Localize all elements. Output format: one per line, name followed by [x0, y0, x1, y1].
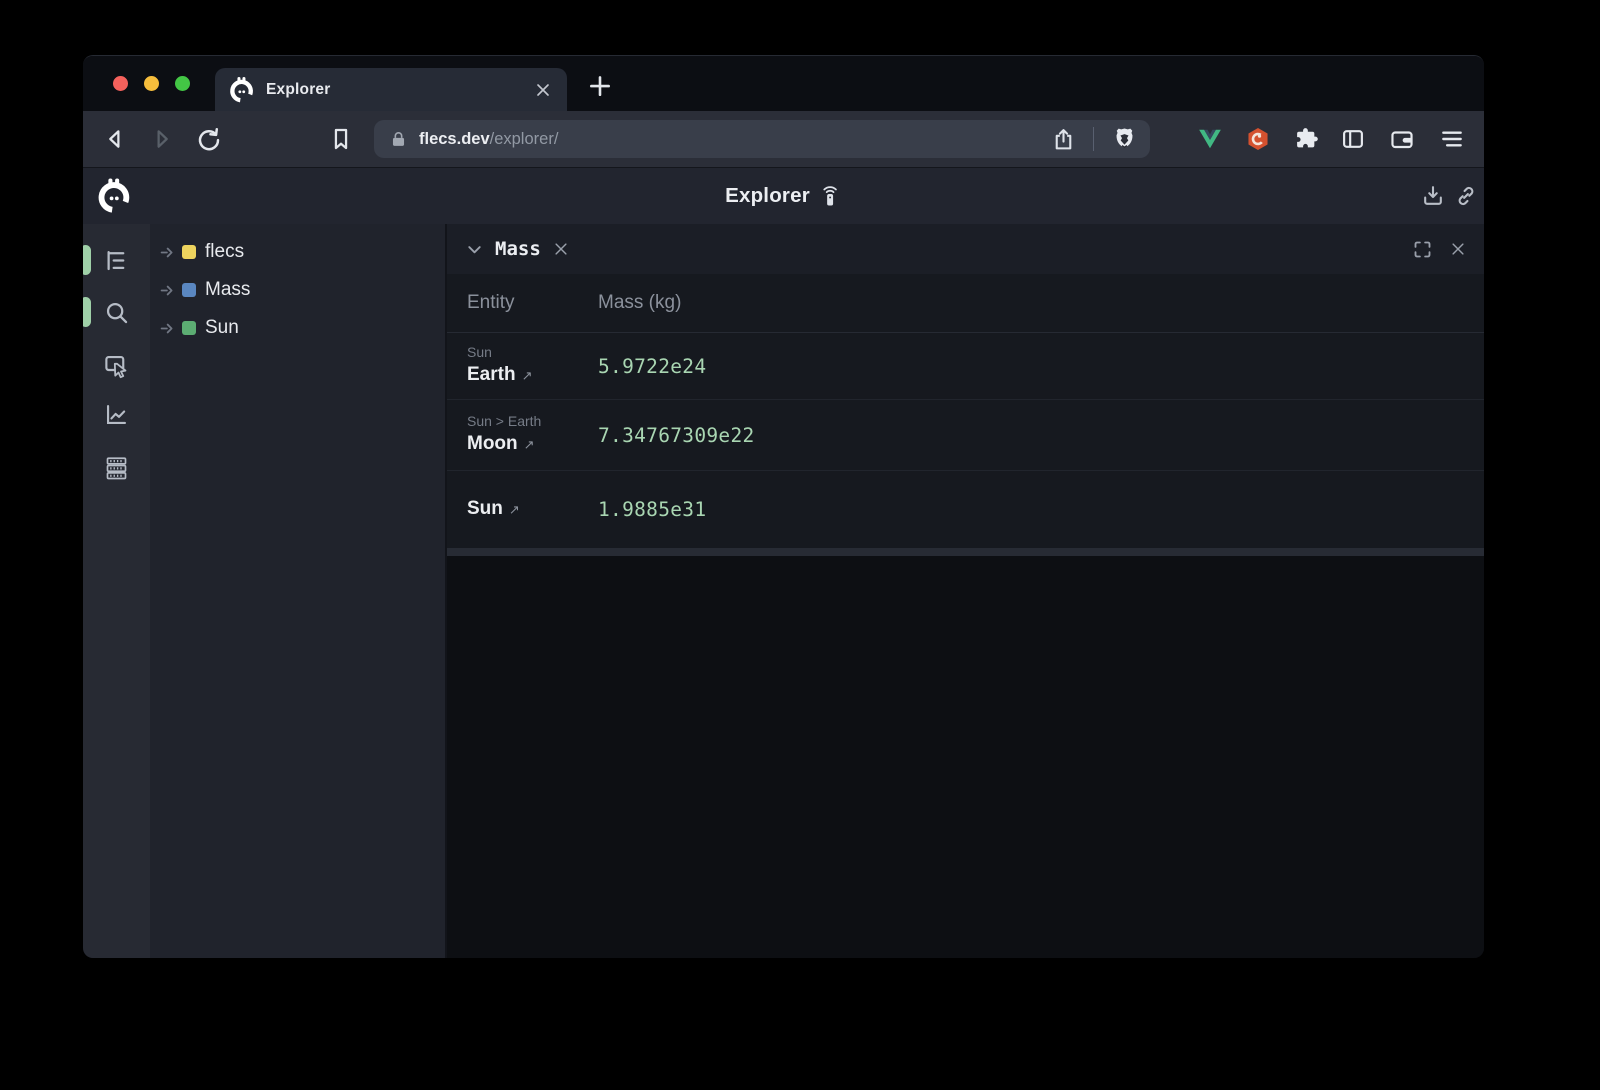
external-link-icon: ↗ [522, 368, 533, 383]
entity-parent-path: Sun [467, 344, 598, 361]
entity-name-link[interactable]: Moon↗ [467, 432, 598, 457]
expand-arrow-icon[interactable] [160, 244, 177, 261]
main-content: flecs Mass Sun [83, 224, 1484, 958]
active-indicator [83, 297, 91, 327]
new-tab-button[interactable] [587, 73, 613, 99]
search-icon[interactable] [103, 299, 130, 326]
share-icon[interactable] [1051, 127, 1076, 152]
table-row[interactable]: Sun↗ 1.9885e31 [447, 470, 1484, 548]
entity-color-swatch [182, 321, 196, 335]
table-bottom-divider [447, 548, 1484, 556]
column-header-entity: Entity [447, 292, 598, 314]
lock-icon [389, 130, 408, 149]
entity-tree-panel: flecs Mass Sun [150, 224, 445, 958]
fullscreen-icon[interactable] [1412, 239, 1433, 260]
divider [1093, 127, 1094, 151]
browser-tab-bar: Explorer [83, 56, 1484, 111]
url-path: /explorer/ [490, 130, 559, 148]
brave-shield-icon[interactable] [1111, 126, 1138, 153]
panel-close-icon[interactable] [1449, 240, 1467, 258]
external-link-icon: ↗ [524, 437, 535, 452]
query-panel-empty-area [447, 556, 1484, 958]
menu-icon[interactable] [1439, 126, 1465, 152]
page-title: Explorer [725, 184, 842, 208]
expand-arrow-icon[interactable] [160, 320, 177, 337]
tree-item-mass[interactable]: Mass [150, 271, 445, 309]
tree-item-label: Sun [205, 317, 239, 339]
tab-title: Explorer [266, 81, 533, 99]
window-controls [113, 56, 190, 111]
vue-devtools-extension-icon[interactable] [1197, 126, 1223, 152]
mass-value: 5.9722e24 [598, 355, 706, 378]
flecs-logo-icon [97, 179, 132, 214]
window-close-button[interactable] [113, 76, 128, 91]
hexagon-extension-icon[interactable] [1245, 126, 1271, 152]
tree-item-sun[interactable]: Sun [150, 309, 445, 347]
window-minimize-button[interactable] [144, 76, 159, 91]
table-row[interactable]: Sun Earth↗ 5.9722e24 [447, 333, 1484, 399]
table-header-row: Entity Mass (kg) [447, 274, 1484, 333]
address-bar[interactable]: flecs.dev/explorer/ [374, 120, 1150, 158]
url-domain: flecs.dev [419, 130, 490, 148]
reload-button[interactable] [196, 126, 223, 153]
browser-toolbar: flecs.dev/explorer/ [83, 111, 1484, 167]
wallet-icon[interactable] [1389, 126, 1415, 152]
forward-button[interactable] [149, 126, 176, 153]
sidebar-toggle-icon[interactable] [1340, 126, 1366, 152]
window-zoom-button[interactable] [175, 76, 190, 91]
download-icon[interactable] [1421, 184, 1446, 209]
inspector-icon[interactable] [103, 352, 130, 379]
url-text: flecs.dev/explorer/ [419, 130, 1051, 149]
tree-item-flecs[interactable]: flecs [150, 233, 445, 271]
mass-value: 1.9885e31 [598, 498, 706, 521]
bookmark-icon[interactable] [328, 126, 355, 153]
tree-item-label: Mass [205, 279, 250, 301]
entity-name-link[interactable]: Sun↗ [467, 497, 598, 522]
chevron-down-icon[interactable] [464, 239, 485, 260]
entity-name-link[interactable]: Earth↗ [467, 363, 598, 388]
active-indicator [83, 245, 91, 275]
browser-window: Explorer [83, 55, 1484, 958]
entity-color-swatch [182, 283, 196, 297]
page-title-text: Explorer [725, 184, 810, 208]
activity-sidebar [83, 224, 150, 958]
tree-item-label: flecs [205, 241, 244, 263]
expand-arrow-icon[interactable] [160, 282, 177, 299]
query-panel-header: Mass [447, 224, 1484, 274]
external-link-icon: ↗ [509, 502, 520, 517]
memory-icon[interactable] [103, 454, 130, 481]
table-row[interactable]: Sun > Earth Moon↗ 7.34767309e22 [447, 399, 1484, 470]
entity-parent-path: Sun > Earth [467, 413, 598, 430]
explorer-header: Explorer [83, 167, 1484, 224]
remote-connection-icon[interactable] [819, 185, 842, 208]
extensions-puzzle-icon[interactable] [1293, 126, 1319, 152]
chart-icon[interactable] [103, 401, 130, 428]
back-button[interactable] [102, 126, 129, 153]
link-icon[interactable] [1454, 184, 1479, 209]
query-panel: Mass Entity Mass (kg) [445, 224, 1484, 958]
desktop-background: Explorer [0, 0, 1600, 1090]
tab-close-icon[interactable] [533, 80, 553, 100]
column-header-mass: Mass (kg) [598, 292, 681, 314]
entity-color-swatch [182, 245, 196, 259]
query-tab-close-icon[interactable] [552, 240, 570, 258]
flecs-favicon-icon [229, 77, 255, 103]
browser-tab[interactable]: Explorer [215, 68, 567, 111]
query-tab-label: Mass [495, 238, 541, 260]
tree-view-icon[interactable] [103, 247, 130, 274]
mass-value: 7.34767309e22 [598, 424, 755, 447]
